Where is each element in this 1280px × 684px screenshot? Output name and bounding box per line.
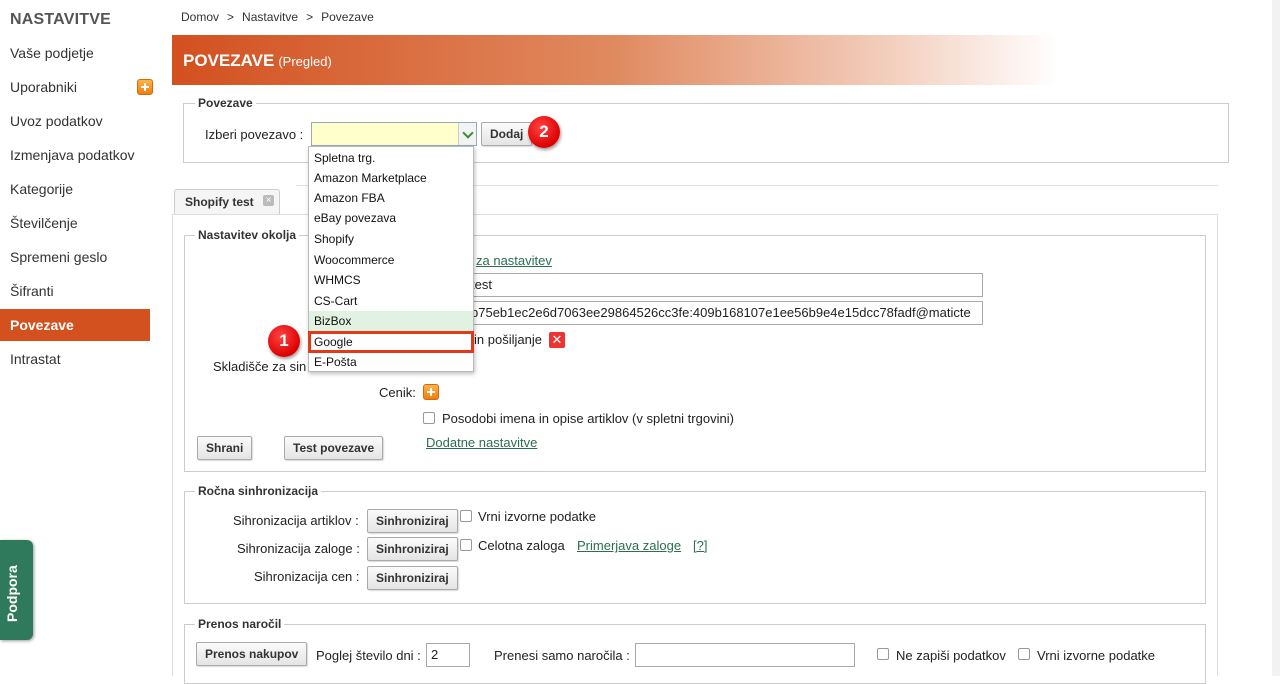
sidebar-item-intrastat[interactable]: Intrastat xyxy=(0,343,150,375)
sidebar: NASTAVITVE Vaše podjetje Uporabniki Uvoz… xyxy=(0,0,153,676)
sidebar-item-uvoz-podatkov[interactable]: Uvoz podatkov xyxy=(0,105,150,137)
order-transfer-legend: Prenos naročil xyxy=(195,617,285,631)
environment-legend: Nastavitev okolja xyxy=(195,228,300,242)
dropdown-option-spletna-trg[interactable]: Spletna trg. xyxy=(309,148,473,168)
tab-label: Shopify test xyxy=(185,195,254,209)
dropdown-option-woocommerce[interactable]: Woocommerce xyxy=(309,250,473,270)
sync-prices-label: Sihronizacija cen : xyxy=(254,569,360,584)
breadcrumb: Domov > Nastavitve > Povezave xyxy=(181,10,374,24)
sidebar-item-stevilcenje[interactable]: Številčenje xyxy=(0,207,150,239)
dropdown-option-amazon-fba[interactable]: Amazon FBA xyxy=(309,188,473,208)
page-subtitle: (Pregled) xyxy=(278,54,332,69)
price-list-label: Cenik: xyxy=(379,385,416,400)
return-source-label: Vrni izvorne podatke xyxy=(478,509,597,524)
test-connection-button[interactable]: Test povezave xyxy=(284,436,384,460)
breadcrumb-settings[interactable]: Nastavitve xyxy=(242,10,298,24)
no-write-label: Ne zapiši podatkov xyxy=(896,648,1006,663)
sync-stock-button[interactable]: Sinhroniziraj xyxy=(367,537,458,561)
only-orders-label: Prenesi samo naročila : xyxy=(494,648,630,663)
connection-select[interactable] xyxy=(311,122,477,146)
only-orders-field[interactable] xyxy=(635,643,855,667)
close-icon[interactable]: × xyxy=(263,195,274,206)
page-title: POVEZAVE (Pregled) xyxy=(183,51,332,71)
sidebar-item-kategorije[interactable]: Kategorije xyxy=(0,173,150,205)
breadcrumb-current: Povezave xyxy=(321,10,374,24)
help-link[interactable]: [?] xyxy=(693,538,707,553)
support-tab[interactable]: Podpora xyxy=(0,540,33,640)
page-title-text: POVEZAVE xyxy=(183,51,275,70)
add-price-list-icon[interactable] xyxy=(423,384,439,400)
dropdown-option-bizbox[interactable]: BizBox xyxy=(309,311,473,331)
api-key-field[interactable]: b75eb1ec2e6d7063ee29864526cc3fe:409b1681… xyxy=(466,301,983,325)
update-names-label: Posodobi imena in opise artiklov (v sple… xyxy=(442,411,734,426)
full-stock-label: Celotna zaloga xyxy=(478,538,565,553)
step-badge-2: 2 xyxy=(528,116,560,148)
name-field[interactable]: test xyxy=(466,273,983,297)
sidebar-item-sifranti[interactable]: Šifranti xyxy=(0,275,150,307)
no-write-checkbox[interactable] xyxy=(877,648,889,660)
add-user-icon[interactable] xyxy=(137,79,153,95)
sidebar-item-spremeni-geslo[interactable]: Spremeni geslo xyxy=(0,241,150,273)
compare-stock-link[interactable]: Primerjava zaloge xyxy=(577,538,681,553)
days-label: Poglej število dni : xyxy=(316,648,421,663)
sync-items-label: Sihronizacija artiklov : xyxy=(233,513,359,528)
return-source-orders-checkbox[interactable] xyxy=(1018,648,1030,660)
chevron-down-icon[interactable] xyxy=(458,123,476,145)
shipping-label: in pošiljanje xyxy=(474,332,542,347)
transfer-purchases-button[interactable]: Prenos nakupov xyxy=(196,642,308,666)
page-header: POVEZAVE (Pregled) xyxy=(172,35,1280,85)
days-field[interactable]: 2 xyxy=(426,643,470,667)
return-source-checkbox[interactable] xyxy=(460,510,472,522)
tab-shopify-test[interactable]: Shopify test × xyxy=(174,189,280,215)
save-button[interactable]: Shrani xyxy=(197,436,253,460)
sidebar-item-vase-podjetje[interactable]: Vaše podjetje xyxy=(0,37,150,69)
dropdown-option-e-posta[interactable]: E-Pošta xyxy=(309,352,473,372)
return-source-orders-label: Vrni izvorne podatke xyxy=(1037,648,1156,663)
connection-dropdown-list: Spletna trg. Amazon Marketplace Amazon F… xyxy=(308,146,474,372)
dropdown-option-whmcs[interactable]: WHMCS xyxy=(309,270,473,290)
sync-stock-label: Sihronizacija zaloge : xyxy=(237,541,360,556)
sync-items-button[interactable]: Sinhroniziraj xyxy=(367,509,458,533)
remove-icon[interactable]: ✕ xyxy=(549,332,565,348)
step-badge-1: 1 xyxy=(268,325,300,357)
dropdown-option-google[interactable]: Google xyxy=(308,331,474,353)
scrollbar[interactable] xyxy=(1272,0,1280,676)
manual-sync-legend: Ročna sinhronizacija xyxy=(195,484,322,498)
full-stock-checkbox[interactable] xyxy=(460,539,472,551)
sidebar-item-izmenjava-podatkov[interactable]: Izmenjava podatkov xyxy=(0,139,150,171)
dropdown-option-amazon-marketplace[interactable]: Amazon Marketplace xyxy=(309,168,473,188)
sidebar-title: NASTAVITVE xyxy=(10,11,111,28)
add-connection-button[interactable]: Dodaj xyxy=(481,122,533,146)
select-connection-label: Izberi povezavo : xyxy=(205,127,304,142)
sidebar-item-label: Uporabniki xyxy=(10,79,77,95)
breadcrumb-home[interactable]: Domov xyxy=(181,10,219,24)
sidebar-item-uporabniki[interactable]: Uporabniki xyxy=(0,71,153,103)
additional-settings-link[interactable]: Dodatne nastavitve xyxy=(426,435,537,450)
support-label: Podpora xyxy=(4,565,20,622)
warehouse-label: Skladišče za sin xyxy=(213,359,307,374)
dropdown-option-cs-cart[interactable]: CS-Cart xyxy=(309,291,473,311)
dropdown-option-shopify[interactable]: Shopify xyxy=(309,229,473,249)
update-names-checkbox[interactable] xyxy=(423,412,435,424)
settings-link[interactable]: za nastavitev xyxy=(476,253,552,268)
sidebar-item-povezave[interactable]: Povezave xyxy=(0,309,150,341)
sync-prices-button[interactable]: Sinhroniziraj xyxy=(367,566,458,590)
dropdown-option-ebay[interactable]: eBay povezava xyxy=(309,208,473,228)
connections-legend: Povezave xyxy=(195,96,256,110)
